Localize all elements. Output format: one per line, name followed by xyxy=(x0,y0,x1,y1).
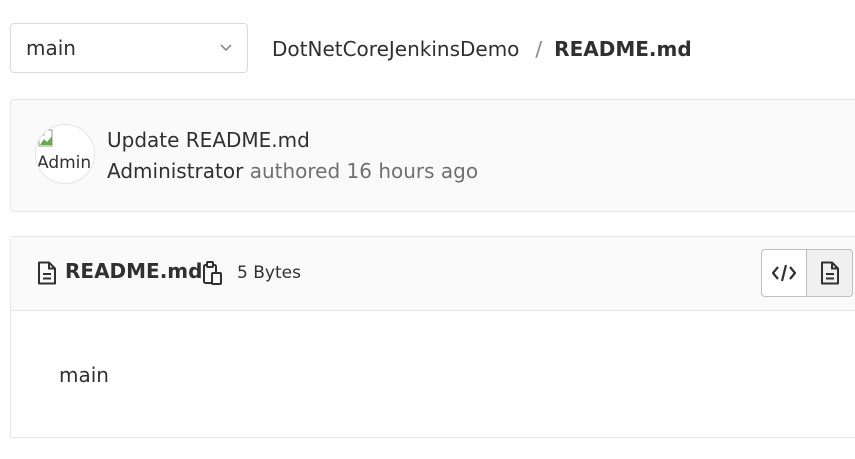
file-header: README.md 5 Bytes xyxy=(11,237,855,311)
file-text-icon xyxy=(38,261,56,285)
commit-title-link[interactable]: Update README.md xyxy=(107,128,310,152)
copy-to-clipboard-icon[interactable] xyxy=(202,260,224,286)
commit-meta: Administrator authored 16 hours ago xyxy=(107,159,478,183)
file-view-page: main DotNetCoreJenkinsDemo / README.md A… xyxy=(0,0,855,459)
view-rendered-button[interactable] xyxy=(807,249,853,297)
document-icon xyxy=(820,261,839,285)
branch-selected-value: main xyxy=(26,36,76,60)
avatar-alt-text: Admin xyxy=(37,153,92,173)
file-content: main xyxy=(59,363,109,387)
last-commit-panel: Admin Update README.md Administrator aut… xyxy=(10,99,855,212)
commit-action: authored xyxy=(249,159,341,183)
broken-image-icon xyxy=(38,129,53,147)
file-size: 5 Bytes xyxy=(237,263,301,283)
file-name: README.md xyxy=(65,259,203,283)
view-toggle xyxy=(761,249,853,297)
breadcrumb-project-link[interactable]: DotNetCoreJenkinsDemo xyxy=(272,37,519,61)
branch-dropdown[interactable]: main xyxy=(10,23,248,73)
chevron-down-icon xyxy=(220,44,232,52)
breadcrumb-separator: / xyxy=(535,37,543,61)
breadcrumb: DotNetCoreJenkinsDemo / README.md xyxy=(272,30,692,68)
commit-author-link[interactable]: Administrator xyxy=(107,159,243,183)
view-source-button[interactable] xyxy=(761,249,807,297)
commit-time: 16 hours ago xyxy=(346,159,479,183)
code-icon xyxy=(771,264,797,282)
breadcrumb-file[interactable]: README.md xyxy=(554,37,691,61)
avatar[interactable]: Admin xyxy=(35,124,95,184)
file-holder: README.md 5 Bytes main xyxy=(10,236,855,438)
